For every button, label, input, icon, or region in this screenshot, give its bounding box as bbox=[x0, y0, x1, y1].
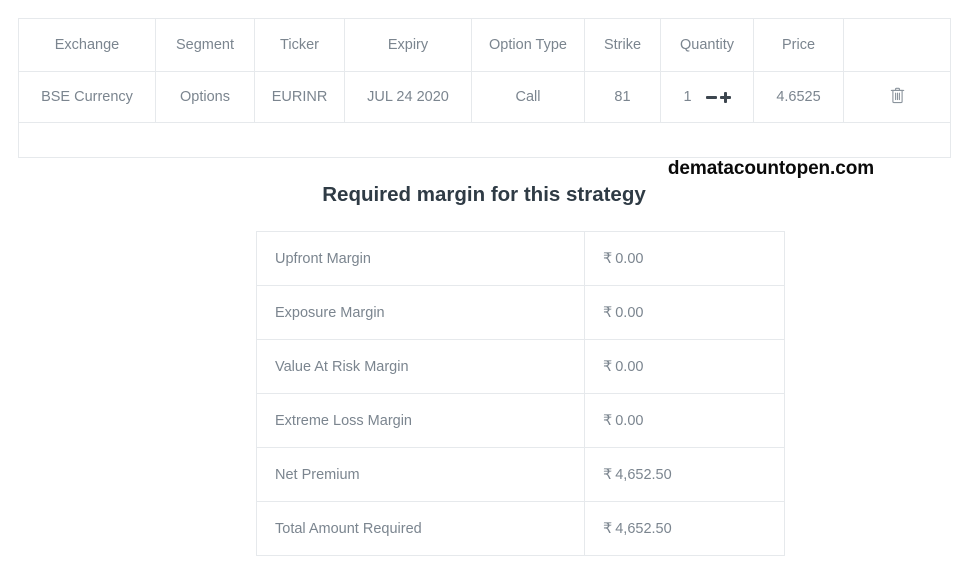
margin-value-extreme-loss-margin: ₹0.00 bbox=[584, 393, 785, 448]
margin-value-total-amount-required: ₹4,652.50 bbox=[584, 501, 785, 556]
cell-option-type: Call bbox=[471, 71, 585, 123]
cell-segment: Options bbox=[155, 71, 255, 123]
table-row: Extreme Loss Margin ₹0.00 bbox=[256, 393, 785, 448]
margin-amount: 0.00 bbox=[615, 304, 644, 321]
strategy-legs-table: Exchange Segment Ticker Expiry Option Ty… bbox=[18, 18, 951, 158]
table-row: Upfront Margin ₹0.00 bbox=[256, 231, 785, 286]
rupee-icon: ₹ bbox=[603, 304, 613, 321]
margin-amount: 0.00 bbox=[615, 358, 644, 375]
cell-quantity: 1 bbox=[660, 71, 754, 123]
trash-icon bbox=[890, 87, 904, 103]
rupee-icon: ₹ bbox=[603, 358, 613, 375]
margin-value-value-at-risk-margin: ₹0.00 bbox=[584, 339, 785, 394]
strategy-legs-table-container: Exchange Segment Ticker Expiry Option Ty… bbox=[18, 18, 951, 158]
table-header-row: Exchange Segment Ticker Expiry Option Ty… bbox=[18, 18, 951, 72]
margin-value-exposure-margin: ₹0.00 bbox=[584, 285, 785, 340]
cell-exchange: BSE Currency bbox=[18, 71, 156, 123]
margin-label-exposure-margin: Exposure Margin bbox=[256, 285, 585, 340]
table-row: Net Premium ₹4,652.50 bbox=[256, 447, 785, 502]
table-row: Value At Risk Margin ₹0.00 bbox=[256, 339, 785, 394]
required-margin-table: Upfront Margin ₹0.00 Exposure Margin ₹0.… bbox=[256, 231, 785, 556]
plus-icon bbox=[719, 91, 731, 103]
quantity-stepper-controls bbox=[705, 91, 731, 103]
margin-amount: 4,652.50 bbox=[615, 520, 672, 537]
margin-value-net-premium: ₹4,652.50 bbox=[584, 447, 785, 502]
column-header-ticker: Ticker bbox=[254, 18, 345, 72]
site-watermark: dematacountopen.com bbox=[667, 158, 874, 179]
cell-ticker: EURINR bbox=[254, 71, 345, 123]
margin-label-total-amount-required: Total Amount Required bbox=[256, 501, 585, 556]
table-row: Exposure Margin ₹0.00 bbox=[256, 285, 785, 340]
rupee-icon: ₹ bbox=[603, 466, 613, 483]
delete-leg-button[interactable] bbox=[890, 87, 905, 104]
margin-amount: 0.00 bbox=[615, 412, 644, 429]
rupee-icon: ₹ bbox=[603, 250, 613, 267]
page-title: Required margin for this strategy bbox=[322, 183, 646, 206]
column-header-segment: Segment bbox=[155, 18, 255, 72]
cell-expiry: JUL 24 2020 bbox=[344, 71, 472, 123]
empty-row-cell bbox=[18, 122, 951, 158]
quantity-value: 1 bbox=[683, 89, 692, 105]
minus-icon bbox=[705, 95, 717, 99]
cell-price: 4.6525 bbox=[753, 71, 844, 123]
cell-strike: 81 bbox=[584, 71, 661, 123]
rupee-icon: ₹ bbox=[603, 412, 613, 429]
table-row: BSE Currency Options EURINR JUL 24 2020 … bbox=[18, 71, 951, 123]
margin-label-extreme-loss-margin: Extreme Loss Margin bbox=[256, 393, 585, 448]
column-header-expiry: Expiry bbox=[344, 18, 472, 72]
margin-value-upfront-margin: ₹0.00 bbox=[584, 231, 785, 286]
table-row: Total Amount Required ₹4,652.50 bbox=[256, 501, 785, 556]
column-header-actions bbox=[843, 18, 951, 72]
margin-label-net-premium: Net Premium bbox=[256, 447, 585, 502]
column-header-price: Price bbox=[753, 18, 844, 72]
required-margin-table-container: Upfront Margin ₹0.00 Exposure Margin ₹0.… bbox=[256, 231, 785, 556]
rupee-icon: ₹ bbox=[603, 520, 613, 537]
quantity-increase-button[interactable] bbox=[719, 91, 731, 103]
quantity-stepper: 1 bbox=[661, 89, 753, 105]
column-header-option-type: Option Type bbox=[471, 18, 585, 72]
column-header-exchange: Exchange bbox=[18, 18, 156, 72]
column-header-strike: Strike bbox=[584, 18, 661, 72]
cell-actions bbox=[843, 71, 951, 123]
margin-label-value-at-risk-margin: Value At Risk Margin bbox=[256, 339, 585, 394]
margin-label-upfront-margin: Upfront Margin bbox=[256, 231, 585, 286]
margin-amount: 0.00 bbox=[615, 250, 644, 267]
column-header-quantity: Quantity bbox=[660, 18, 754, 72]
quantity-decrease-button[interactable] bbox=[705, 95, 717, 99]
table-empty-row bbox=[18, 122, 951, 158]
margin-amount: 4,652.50 bbox=[615, 466, 672, 483]
